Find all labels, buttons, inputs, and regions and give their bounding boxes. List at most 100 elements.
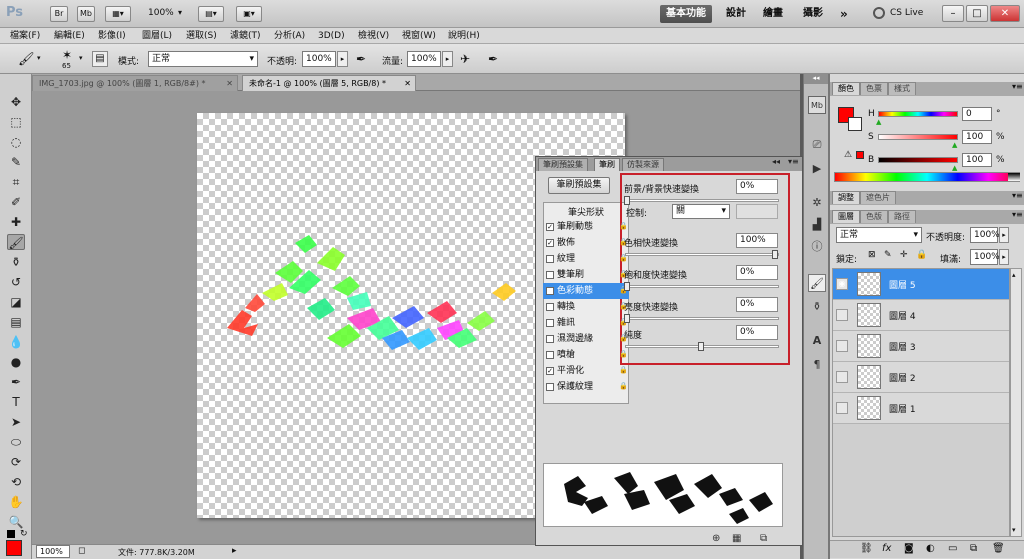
brush-option-item[interactable]: 轉換 🔒: [543, 299, 629, 315]
move-tool-icon[interactable]: ✥: [7, 94, 25, 110]
flow-input[interactable]: 100%: [407, 51, 441, 67]
navigator-icon[interactable]: ✲: [808, 194, 826, 212]
adjustment-layer-icon[interactable]: ◐: [926, 543, 935, 554]
opacity-pressure-icon[interactable]: ✒: [356, 52, 366, 66]
foreground-color-swatch[interactable]: [6, 540, 22, 556]
lock-all-icon[interactable]: 🔒: [916, 250, 927, 260]
brush-tool-icon[interactable]: 🖌: [18, 52, 35, 67]
checkbox[interactable]: [546, 319, 554, 327]
layer-opacity-input[interactable]: 100%: [970, 227, 1000, 243]
setting-value-input[interactable]: 100%: [736, 233, 778, 248]
checkbox[interactable]: [546, 383, 554, 391]
panel-menu-icon[interactable]: ▾≡: [1012, 82, 1023, 91]
new-preset-icon[interactable]: ⊕: [712, 533, 720, 544]
slider-thumb[interactable]: [698, 342, 704, 351]
workspace-painting[interactable]: 繪畫: [757, 5, 789, 23]
type-tool-icon[interactable]: T: [7, 394, 25, 410]
default-colors-icon[interactable]: [7, 530, 15, 538]
brush-panel-toggle-icon[interactable]: ▤: [92, 51, 108, 67]
clone-source-icon[interactable]: ⚱: [808, 298, 826, 316]
channel-value-input[interactable]: 100: [962, 130, 992, 144]
launch-minibridge-button[interactable]: Mb: [77, 6, 95, 22]
blur-tool-icon[interactable]: 💧: [7, 334, 25, 350]
minimize-button[interactable]: –: [942, 5, 964, 22]
pen-tool-icon[interactable]: ✒: [7, 374, 25, 390]
character-icon[interactable]: A: [808, 332, 826, 350]
setting-slider[interactable]: [624, 282, 779, 291]
dock-collapse-icon[interactable]: ◂◂: [804, 74, 828, 84]
tab-color[interactable]: 顏色: [832, 82, 860, 95]
setting-slider[interactable]: [625, 342, 779, 351]
visibility-eye-icon[interactable]: [836, 371, 848, 383]
panel-menu-icon[interactable]: ▾≡: [788, 157, 799, 166]
setting-value-input[interactable]: 0%: [736, 297, 778, 312]
healing-brush-tool-icon[interactable]: ✚: [7, 214, 25, 230]
minibridge-icon[interactable]: Mb: [808, 96, 826, 114]
background-color-swatch[interactable]: [848, 117, 862, 131]
status-zoom-input[interactable]: 100%: [36, 545, 70, 558]
status-menu-icon[interactable]: ▸: [232, 545, 237, 558]
new-layer-icon[interactable]: ⧉: [970, 543, 977, 554]
zoom-tool-icon[interactable]: 🔍: [7, 514, 25, 530]
layer-row[interactable]: 圖層 3: [833, 331, 1009, 362]
layer-style-icon[interactable]: fx: [882, 543, 891, 554]
checkbox[interactable]: [546, 271, 554, 279]
brush-option-item[interactable]: 紋理 🔒: [543, 251, 629, 267]
menu-image[interactable]: 影像(I): [98, 29, 126, 43]
visibility-eye-icon[interactable]: ◉: [836, 278, 848, 290]
channel-slider[interactable]: ▲: [876, 111, 958, 126]
lock-transparency-icon[interactable]: ⊠: [868, 250, 876, 260]
menu-filter[interactable]: 濾鏡(T): [230, 29, 261, 43]
checkbox[interactable]: ✓: [546, 287, 554, 295]
layer-row[interactable]: ◉ 圖層 5: [833, 269, 1009, 300]
fill-input[interactable]: 100%: [970, 249, 1000, 265]
3d-orbit-tool-icon[interactable]: ⟲: [7, 474, 25, 490]
tool-preset-chevron-icon[interactable]: ▾: [37, 54, 41, 62]
tab-brush-presets[interactable]: 筆刷預設集: [538, 158, 588, 171]
menu-edit[interactable]: 編輯(E): [54, 29, 85, 43]
brush-option-item[interactable]: 雜訊🔒: [543, 315, 629, 331]
blend-mode-select[interactable]: 正常 ▾: [836, 227, 922, 243]
paragraph-icon[interactable]: ¶: [808, 356, 826, 374]
layers-scrollbar[interactable]: ▴ ▾: [1010, 268, 1022, 537]
close-icon[interactable]: ✕: [226, 76, 233, 91]
eyedropper-tool-icon[interactable]: ✐: [7, 194, 25, 210]
workspace-photography[interactable]: 攝影: [797, 5, 829, 23]
tab-masks[interactable]: 遮色片: [860, 191, 896, 204]
actions-icon[interactable]: ▶: [808, 160, 826, 178]
color-spectrum-ramp[interactable]: [834, 172, 1020, 182]
add-mask-icon[interactable]: ◙: [904, 543, 914, 554]
lock-icon[interactable]: 🔒: [619, 366, 628, 375]
layer-row[interactable]: 圖層 1: [833, 393, 1009, 424]
link-layers-icon[interactable]: ⛓: [860, 543, 873, 554]
checkbox[interactable]: ✓: [546, 367, 554, 375]
menu-view[interactable]: 檢視(V): [358, 29, 389, 43]
checkbox[interactable]: ✓: [546, 239, 554, 247]
setting-slider[interactable]: [624, 196, 779, 205]
menu-analysis[interactable]: 分析(A): [274, 29, 305, 43]
lock-icon[interactable]: 🔒: [619, 382, 628, 391]
panel-menu-icon[interactable]: ▾≡: [1012, 210, 1023, 219]
close-button[interactable]: ✕: [990, 5, 1020, 22]
hand-tool-icon[interactable]: ✋: [7, 494, 25, 510]
more-workspaces-button[interactable]: »: [834, 5, 854, 23]
slider-thumb[interactable]: [624, 196, 630, 205]
menu-layer[interactable]: 圖層(L): [142, 29, 172, 43]
tab-adjustments[interactable]: 調整: [832, 191, 860, 204]
airbrush-icon[interactable]: ✈: [460, 52, 470, 66]
cs-live-menu[interactable]: CS Live: [890, 8, 923, 18]
delete-layer-icon[interactable]: 🗑: [992, 543, 1005, 554]
fill-slider-button[interactable]: ▸: [999, 249, 1009, 265]
tab-img-1703[interactable]: IMG_1703.jpg @ 100% (圖層 1, RGB/8#) * ✕: [32, 75, 238, 91]
checkbox[interactable]: [546, 303, 554, 311]
checkbox[interactable]: [546, 335, 554, 343]
lock-position-icon[interactable]: ✛: [900, 250, 908, 260]
swap-colors-icon[interactable]: ↻: [20, 529, 28, 539]
tab-layers[interactable]: 圖層: [832, 210, 860, 223]
layer-row[interactable]: 圖層 4: [833, 300, 1009, 331]
scroll-up-icon[interactable]: ▴: [1012, 271, 1016, 279]
eraser-tool-icon[interactable]: ◪: [7, 294, 25, 310]
control-select[interactable]: 關 ▾: [672, 204, 730, 219]
histogram-icon[interactable]: ▟: [808, 216, 826, 234]
size-pressure-icon[interactable]: ✒: [488, 52, 498, 66]
